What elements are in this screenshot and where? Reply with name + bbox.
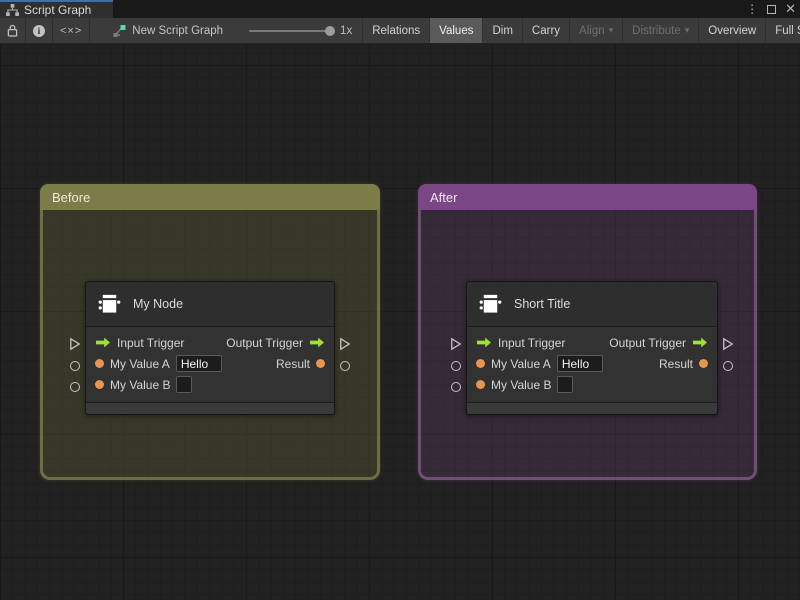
my-value-a-external-port-icon[interactable] bbox=[70, 361, 80, 371]
exec-input-arrow-icon[interactable] bbox=[95, 337, 111, 348]
port-row-value-a: My Value A Result bbox=[467, 353, 717, 374]
my-value-b-external-port-icon[interactable] bbox=[70, 382, 80, 392]
node-body: Input Trigger Output Trigger My Value A bbox=[467, 327, 717, 402]
tab-title: Script Graph bbox=[24, 3, 92, 17]
node-title: My Node bbox=[133, 297, 184, 311]
unit-node-icon bbox=[479, 294, 502, 313]
node-my-node-area: My Node Input Trigger Output Trigger My … bbox=[65, 281, 355, 415]
info-button[interactable]: i bbox=[26, 18, 53, 43]
zoom-slider-track[interactable] bbox=[249, 25, 336, 36]
node-header[interactable]: Short Title bbox=[467, 282, 717, 327]
window-close-icon[interactable]: ✕ bbox=[785, 1, 796, 17]
dim-toggle[interactable]: Dim bbox=[482, 18, 521, 43]
window-menu-icon[interactable]: ⋮ bbox=[746, 2, 758, 16]
port-row-value-a: My Value A Result bbox=[86, 353, 334, 374]
group-after-title: After bbox=[430, 189, 458, 205]
script-graph-window: Script Graph ⋮ ✕ i <×> New Script Graph … bbox=[0, 0, 800, 600]
graph-hierarchy-icon bbox=[6, 4, 19, 16]
value-port-dot-icon[interactable] bbox=[316, 359, 325, 368]
exec-input-arrow-icon[interactable] bbox=[476, 337, 492, 348]
exec-output-arrow-icon[interactable] bbox=[692, 337, 708, 348]
value-a-input[interactable] bbox=[175, 355, 222, 372]
graph-toolbar: i <×> New Script Graph 1x Relations Valu… bbox=[0, 18, 800, 44]
chevron-down-icon: ▾ bbox=[608, 25, 614, 35]
port-label: Result bbox=[658, 356, 693, 371]
value-b-input[interactable] bbox=[557, 376, 574, 393]
port-label: Output Trigger bbox=[609, 335, 686, 350]
value-a-input[interactable] bbox=[556, 355, 603, 372]
value-port-dot-icon[interactable] bbox=[699, 359, 708, 368]
overview-button[interactable]: Overview bbox=[698, 18, 765, 43]
port-label: My Value A bbox=[491, 356, 551, 371]
tab-script-graph[interactable]: Script Graph bbox=[0, 0, 113, 18]
new-script-graph-button[interactable]: New Script Graph bbox=[106, 18, 229, 43]
code-view-button[interactable]: <×> bbox=[53, 18, 91, 43]
align-dropdown[interactable]: Align ▾ bbox=[569, 18, 622, 43]
port-row-value-b: My Value B bbox=[467, 374, 717, 395]
node-body: Input Trigger Output Trigger My Value A bbox=[86, 327, 334, 402]
code-view-icon: <×> bbox=[60, 24, 83, 37]
zoom-value: 1x bbox=[340, 24, 353, 37]
script-graph-icon bbox=[113, 24, 126, 37]
node-title: Short Title bbox=[514, 297, 571, 311]
port-row-trigger: Input Trigger Output Trigger bbox=[467, 332, 717, 353]
graph-canvas[interactable]: Before After My Node Input Trigger Outpu… bbox=[0, 44, 800, 600]
toolbar-toggles: Relations Values Dim Carry Align ▾ Distr… bbox=[362, 18, 800, 43]
output-trigger-external-port-icon[interactable] bbox=[722, 337, 734, 351]
distribute-dropdown[interactable]: Distribute ▾ bbox=[622, 18, 698, 43]
input-trigger-external-port-icon[interactable] bbox=[450, 337, 462, 351]
exec-output-arrow-icon[interactable] bbox=[309, 337, 325, 348]
node-footer bbox=[86, 402, 334, 414]
chevron-down-icon: ▾ bbox=[684, 25, 690, 35]
result-external-port-icon[interactable] bbox=[723, 361, 733, 371]
result-external-port-icon[interactable] bbox=[340, 361, 350, 371]
group-before-title: Before bbox=[52, 189, 91, 205]
port-label: My Value B bbox=[110, 377, 171, 392]
relations-toggle[interactable]: Relations bbox=[362, 18, 429, 43]
value-b-input[interactable] bbox=[176, 376, 193, 393]
my-value-b-external-port-icon[interactable] bbox=[451, 382, 461, 392]
node-header[interactable]: My Node bbox=[86, 282, 334, 327]
value-port-dot-icon[interactable] bbox=[95, 380, 104, 389]
port-row-value-b: My Value B bbox=[86, 374, 334, 395]
port-label: My Value A bbox=[110, 356, 170, 371]
zoom-control: 1x bbox=[241, 18, 352, 43]
node-my-node[interactable]: My Node Input Trigger Output Trigger My … bbox=[85, 281, 335, 415]
new-script-graph-label: New Script Graph bbox=[132, 24, 224, 37]
carry-toggle[interactable]: Carry bbox=[521, 18, 569, 43]
info-icon: i bbox=[33, 24, 45, 37]
port-row-trigger: Input Trigger Output Trigger bbox=[86, 332, 334, 353]
values-toggle[interactable]: Values bbox=[429, 18, 483, 43]
port-label: Input Trigger bbox=[498, 335, 566, 350]
window-maximize-icon[interactable] bbox=[767, 4, 777, 14]
fullscreen-button[interactable]: Full Screen bbox=[765, 18, 800, 43]
group-after-header[interactable]: After bbox=[418, 184, 757, 210]
node-footer bbox=[467, 402, 717, 414]
output-trigger-external-port-icon[interactable] bbox=[339, 337, 351, 351]
my-value-a-external-port-icon[interactable] bbox=[451, 361, 461, 371]
unit-node-icon bbox=[98, 294, 121, 313]
group-before-header[interactable]: Before bbox=[40, 184, 380, 210]
port-label: Output Trigger bbox=[226, 335, 303, 350]
node-short-title[interactable]: Short Title Input Trigger Output Trigger bbox=[466, 281, 718, 415]
lock-icon bbox=[7, 24, 18, 37]
port-label: My Value B bbox=[491, 377, 552, 392]
window-controls: ⋮ ✕ bbox=[746, 0, 796, 18]
value-port-dot-icon[interactable] bbox=[476, 359, 485, 368]
zoom-slider-handle[interactable] bbox=[325, 25, 336, 36]
port-label: Result bbox=[275, 356, 310, 371]
value-port-dot-icon[interactable] bbox=[476, 380, 485, 389]
input-trigger-external-port-icon[interactable] bbox=[69, 337, 81, 351]
tab-bar: Script Graph ⋮ ✕ bbox=[0, 0, 800, 18]
port-label: Input Trigger bbox=[117, 335, 185, 350]
lock-button[interactable] bbox=[0, 18, 26, 43]
value-port-dot-icon[interactable] bbox=[95, 359, 104, 368]
node-short-title-area: Short Title Input Trigger Output Trigger bbox=[446, 281, 738, 415]
